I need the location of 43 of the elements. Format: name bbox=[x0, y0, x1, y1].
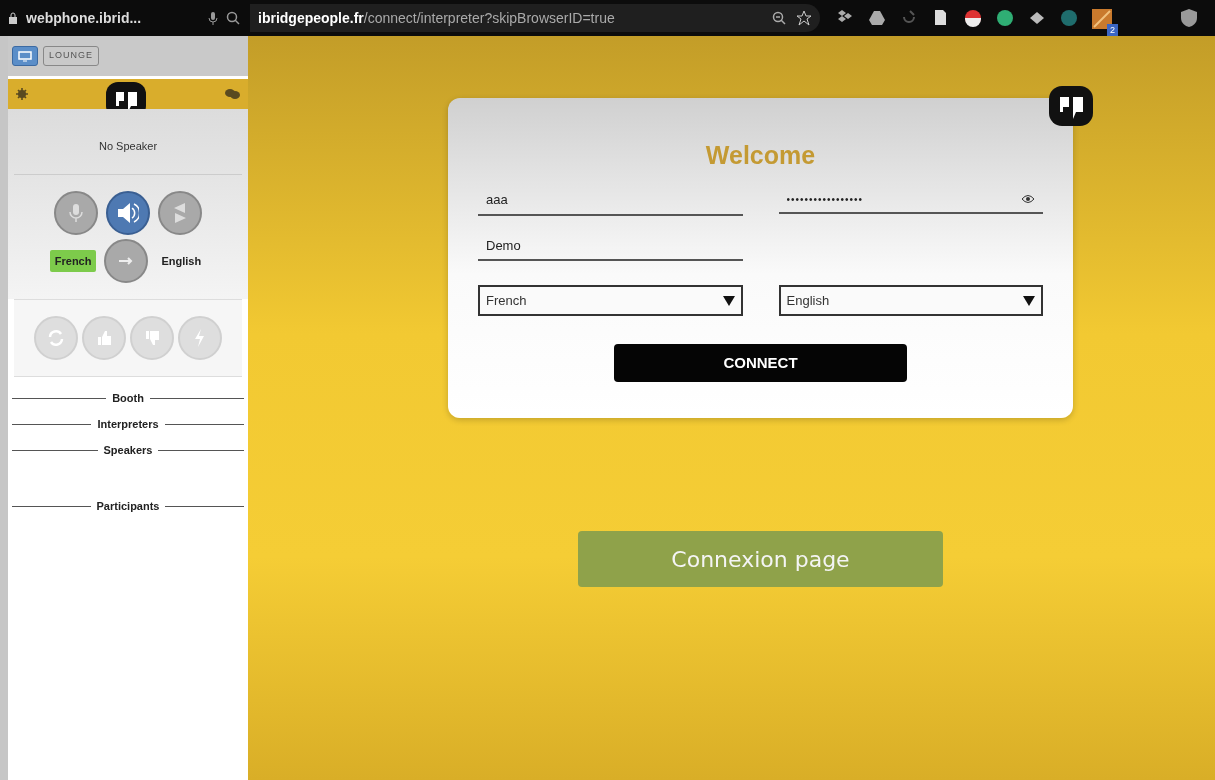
eye-icon[interactable] bbox=[1021, 194, 1035, 204]
speaker-icon bbox=[117, 202, 139, 224]
language-option[interactable]: French bbox=[49, 249, 97, 273]
section-heading: Booth bbox=[112, 390, 144, 406]
tab-title[interactable]: webphone.ibrid... bbox=[26, 7, 142, 29]
logo-icon bbox=[1047, 84, 1095, 128]
source-language-select[interactable]: French bbox=[478, 285, 743, 316]
username-field[interactable]: aaa bbox=[478, 186, 743, 216]
connect-button[interactable]: CONNECT bbox=[614, 344, 907, 382]
extension-icon[interactable] bbox=[1092, 8, 1112, 29]
password-field[interactable]: ••••••••••••••••• bbox=[778, 187, 1043, 214]
welcome-title: Welcome bbox=[704, 140, 817, 170]
microphone-icon[interactable] bbox=[208, 11, 218, 25]
shield-icon[interactable] bbox=[1180, 8, 1198, 28]
monitor-icon bbox=[18, 50, 32, 62]
target-language-select[interactable]: English bbox=[778, 285, 1043, 316]
extension-icon[interactable] bbox=[964, 9, 982, 27]
chat-icon[interactable] bbox=[224, 88, 240, 100]
star-icon[interactable] bbox=[796, 10, 812, 26]
dropdown-arrow-icon bbox=[722, 295, 735, 306]
swap-button[interactable] bbox=[158, 191, 202, 235]
zoom-icon[interactable] bbox=[772, 11, 786, 25]
section-heading: Interpreters bbox=[97, 416, 159, 432]
speaker-status: No Speaker bbox=[98, 139, 158, 155]
dropdown-arrow-icon bbox=[1023, 295, 1035, 306]
speaker-button[interactable] bbox=[106, 191, 150, 235]
lock-icon bbox=[8, 12, 18, 24]
extension-icon[interactable] bbox=[868, 9, 886, 27]
lounge-button[interactable]: LOUNGE bbox=[43, 46, 99, 66]
language-option[interactable]: English bbox=[156, 249, 207, 273]
room-field[interactable]: Demo bbox=[478, 231, 743, 261]
url-text: ibridgepeople.fr/connect/interpreter?skipBrowserID=true bbox=[258, 8, 616, 28]
microphone-button[interactable] bbox=[54, 191, 98, 235]
screen-button[interactable] bbox=[12, 46, 38, 66]
section-heading: Participants bbox=[96, 498, 160, 514]
direction-button[interactable] bbox=[104, 239, 149, 283]
address-bar[interactable]: ibridgepeople.fr/connect/interpreter?skipBrowserID=true bbox=[250, 4, 820, 32]
settings-icon[interactable] bbox=[16, 88, 28, 100]
badge-count: 2 bbox=[1107, 24, 1118, 36]
search-icon[interactable] bbox=[226, 11, 240, 25]
section-heading: Speakers bbox=[103, 442, 153, 458]
extension-icon[interactable] bbox=[1028, 9, 1046, 27]
extension-icon[interactable] bbox=[996, 9, 1014, 27]
